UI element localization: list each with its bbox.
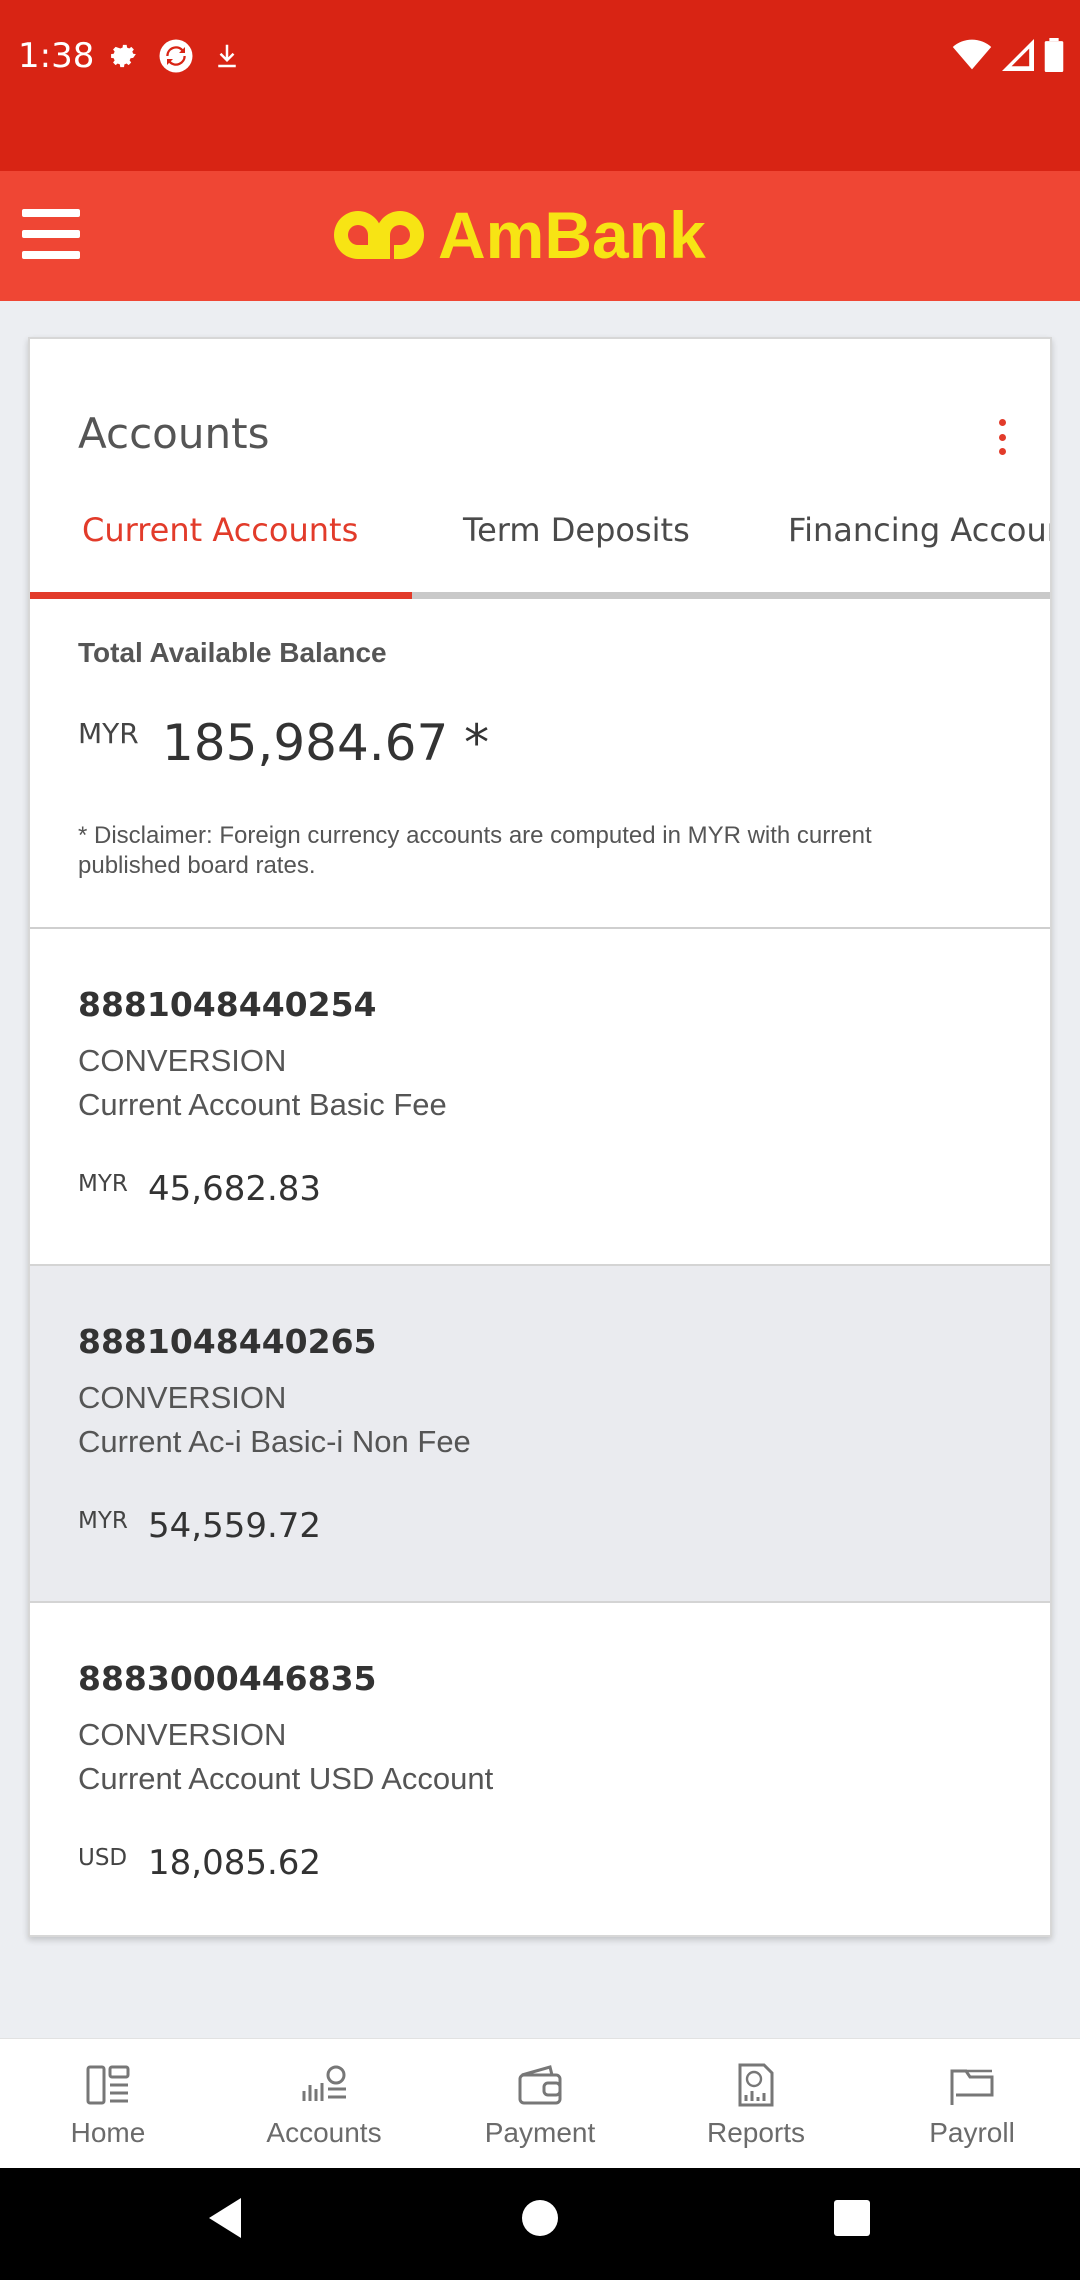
wifi-icon [952, 39, 992, 70]
nav-payroll[interactable]: Payroll [864, 2039, 1080, 2168]
status-icons-right [952, 38, 1064, 72]
nav-payment[interactable]: Payment [432, 2039, 648, 2168]
account-currency: USD [78, 1845, 128, 1871]
reports-icon [738, 2063, 774, 2107]
balance-label: Total Available Balance [78, 637, 387, 668]
nav-label: Accounts [266, 2117, 382, 2148]
account-currency: MYR [78, 1508, 128, 1534]
wallet-icon [518, 2065, 562, 2105]
home-icon [86, 2065, 130, 2105]
account-number: 8883000446835 [78, 1659, 377, 1698]
battery-icon [1044, 38, 1064, 72]
account-number: 8881048440254 [78, 985, 377, 1024]
status-time: 1:38 [18, 36, 95, 76]
account-balance: 18,085.62 [148, 1843, 322, 1883]
account-name: Current Account USD Account [78, 1761, 494, 1796]
accounts-card: Accounts Current Accounts Term Deposits … [28, 337, 1052, 1937]
app-header: AmBank [0, 171, 1080, 301]
card-title: Accounts [78, 409, 270, 458]
bottom-nav: Home Accounts Payment Reports Payroll [0, 2038, 1080, 2168]
nav-label: Payroll [929, 2117, 1015, 2148]
account-type: CONVERSION [78, 1717, 287, 1752]
balance-amount: 185,984.67 * [162, 714, 490, 772]
ambank-logo-icon [334, 211, 424, 259]
hamburger-menu-icon[interactable] [22, 209, 80, 263]
nav-accounts[interactable]: Accounts [216, 2039, 432, 2168]
tab-current-accounts[interactable]: Current Accounts [82, 489, 358, 592]
disclaimer-text: * Disclaimer: Foreign currency accounts … [78, 822, 872, 879]
account-balance: 45,682.83 [148, 1169, 322, 1209]
recents-icon[interactable] [832, 2196, 872, 2240]
account-row[interactable]: 8881048440265 CONVERSION Current Ac-i Ba… [30, 1266, 1050, 1603]
home-button-icon[interactable] [520, 2196, 560, 2240]
account-name: Current Account Basic Fee [78, 1087, 447, 1122]
nav-home[interactable]: Home [0, 2039, 216, 2168]
download-icon [218, 44, 236, 68]
back-icon[interactable] [205, 2196, 245, 2240]
account-row[interactable]: 8881048440254 CONVERSION Current Account… [30, 929, 1050, 1266]
account-row[interactable]: 8883000446835 CONVERSION Current Account… [30, 1603, 1050, 1940]
tab-financing-accounts[interactable]: Financing Accounts [788, 489, 1050, 592]
account-name: Current Ac-i Basic-i Non Fee [78, 1424, 471, 1459]
nav-reports[interactable]: Reports [648, 2039, 864, 2168]
total-balance-section: Total Available Balance MYR 185,984.67 *… [30, 599, 1050, 929]
status-icons-left [108, 38, 242, 74]
status-bar: 1:38 [0, 0, 1080, 171]
account-currency: MYR [78, 1171, 128, 1197]
cell-signal-icon [1002, 39, 1034, 71]
brand-logo: AmBank [334, 198, 706, 272]
account-type: CONVERSION [78, 1043, 287, 1078]
more-options-icon[interactable] [992, 419, 1012, 455]
payroll-icon [950, 2069, 994, 2105]
account-number: 8881048440265 [78, 1322, 377, 1361]
settings-icon [111, 44, 136, 68]
nav-label: Payment [484, 2117, 596, 2148]
accounts-icon [302, 2065, 346, 2101]
system-nav-bar [0, 2168, 1080, 2280]
nav-label: Home [70, 2117, 146, 2148]
nav-label: Reports [706, 2117, 806, 2148]
active-tab-indicator [30, 592, 412, 599]
account-tabs: Current Accounts Term Deposits Financing… [30, 489, 1050, 599]
account-type: CONVERSION [78, 1380, 287, 1415]
sync-icon [159, 39, 193, 73]
tab-term-deposits[interactable]: Term Deposits [463, 489, 690, 592]
account-balance: 54,559.72 [148, 1506, 322, 1546]
brand-name: AmBank [438, 198, 706, 272]
balance-currency: MYR [78, 717, 139, 750]
